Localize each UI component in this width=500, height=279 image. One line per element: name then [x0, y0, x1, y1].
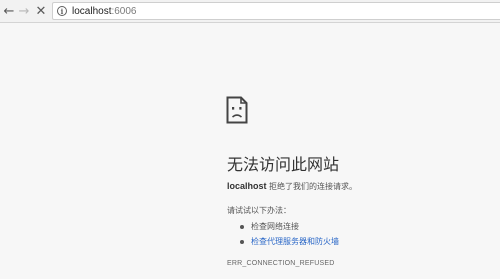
suggestions-heading: 请试试以下办法：: [227, 206, 291, 215]
suggestion-list: 检查网络连接 检查代理服务器和防火墙: [239, 219, 339, 249]
stop-button[interactable]: ✕: [34, 3, 48, 19]
error-description: localhost 拒绝了我们的连接请求。: [227, 181, 357, 192]
error-code: ERR_CONNECTION_REFUSED: [227, 260, 335, 267]
address-bar[interactable]: i localhost:6006: [52, 2, 500, 20]
info-icon[interactable]: i: [57, 6, 67, 16]
list-item: 检查网络连接: [239, 219, 339, 234]
browser-toolbar: ← → ✕ i localhost:6006: [0, 0, 500, 23]
suggestion-check-proxy-link[interactable]: 检查代理服务器和防火墙: [251, 237, 339, 246]
error-host: localhost: [227, 181, 267, 191]
suggestion-check-network: 检查网络连接: [251, 222, 299, 231]
list-item[interactable]: 检查代理服务器和防火墙: [239, 234, 339, 249]
sad-page-icon: [226, 96, 248, 124]
error-description-text: 拒绝了我们的连接请求。: [266, 182, 358, 191]
url-port: :6006: [111, 5, 137, 17]
forward-button[interactable]: →: [17, 3, 31, 19]
url-text[interactable]: localhost:6006: [72, 6, 137, 17]
url-host: localhost: [72, 5, 112, 17]
error-title: 无法访问此网站: [227, 155, 340, 174]
back-button[interactable]: ←: [2, 3, 16, 19]
